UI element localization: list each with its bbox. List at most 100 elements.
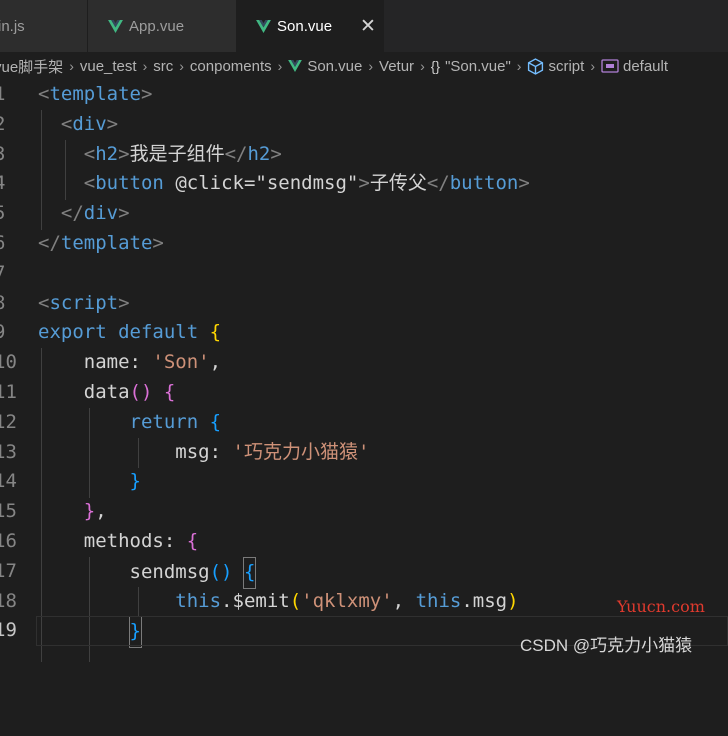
code-token: div bbox=[83, 202, 119, 225]
code-token: data bbox=[83, 381, 130, 403]
code-line: 16 methods: { bbox=[0, 527, 728, 557]
breadcrumb-label: vue_test bbox=[79, 57, 137, 75]
line-number: 8 bbox=[0, 289, 34, 319]
watermark-author: CSDN @巧克力小猫猿 bbox=[520, 636, 693, 655]
code-line: 7 bbox=[0, 259, 728, 289]
code-line: 8 <script> bbox=[0, 289, 728, 319]
code-token: @click bbox=[175, 172, 244, 195]
code-token: "sendmsg" bbox=[255, 172, 359, 195]
vue-icon bbox=[108, 19, 123, 33]
line-number: 2 bbox=[0, 110, 34, 140]
code-token: return bbox=[129, 410, 199, 433]
code-token: msg bbox=[472, 589, 508, 612]
code-line: 9 export default { bbox=[0, 318, 728, 348]
chevron-right-icon: › bbox=[368, 58, 374, 74]
line-number: 7 bbox=[0, 259, 34, 289]
code-token: h2 bbox=[247, 142, 271, 165]
code-line: 4 <button @click="sendmsg">子传父</button> bbox=[0, 169, 728, 199]
breadcrumb-symbol-default[interactable]: default bbox=[601, 58, 668, 75]
line-number: 14 bbox=[0, 470, 17, 493]
code-token: sendmsg bbox=[129, 560, 210, 583]
code-token: default bbox=[118, 321, 199, 344]
line-number: 18 bbox=[0, 589, 17, 612]
tab-main-js[interactable]: in.js bbox=[0, 0, 88, 52]
line-number: 15 bbox=[0, 500, 17, 523]
chevron-right-icon: › bbox=[590, 58, 595, 74]
code-token: 我是子组件 bbox=[129, 142, 225, 165]
vue-icon bbox=[288, 60, 303, 72]
code-token: 'Son' bbox=[152, 351, 210, 374]
line-number: 10 bbox=[0, 351, 17, 374]
code-line: 6 </template> bbox=[0, 229, 728, 259]
line-number: 1 bbox=[0, 80, 34, 110]
breadcrumb-symbol-module[interactable]: {} "Son.vue" bbox=[431, 58, 511, 75]
breadcrumb-label: Vetur bbox=[379, 57, 415, 75]
line-number: 9 bbox=[0, 318, 34, 348]
chevron-right-icon: › bbox=[420, 58, 425, 74]
tab-label: in.js bbox=[0, 17, 25, 35]
breadcrumb-project[interactable]: vue脚手架 bbox=[0, 56, 63, 77]
code-token: $emit bbox=[232, 589, 290, 612]
line-number: 13 bbox=[0, 440, 17, 463]
breadcrumb-label: src bbox=[153, 57, 174, 75]
code-line: 15 }, bbox=[0, 497, 728, 527]
breadcrumb-label: default bbox=[622, 57, 669, 75]
code-line: 14 } bbox=[0, 467, 728, 497]
line-number: 6 bbox=[0, 229, 34, 259]
breadcrumb-label: "Son.vue" bbox=[445, 57, 511, 75]
breadcrumb-file[interactable]: Son.vue bbox=[288, 58, 362, 75]
code-token: template bbox=[60, 232, 153, 254]
breadcrumb-symbol-script[interactable]: script bbox=[527, 58, 584, 75]
line-number: 16 bbox=[0, 530, 17, 552]
code-token: template bbox=[49, 83, 141, 105]
line-number: 11 bbox=[0, 381, 17, 403]
tab-app-vue[interactable]: App.vue bbox=[88, 0, 237, 52]
code-token: script bbox=[49, 291, 119, 314]
breadcrumb-folder[interactable]: src bbox=[153, 58, 173, 75]
code-token: name bbox=[83, 351, 130, 374]
breadcrumb-folder[interactable]: vue_test bbox=[80, 58, 137, 75]
line-number: 4 bbox=[0, 169, 34, 199]
code-token: this bbox=[415, 589, 462, 612]
bracket-match: { bbox=[242, 556, 257, 589]
close-icon[interactable]: ✕ bbox=[360, 15, 376, 38]
chevron-right-icon: › bbox=[277, 58, 283, 74]
code-line: 5 </div> bbox=[0, 199, 728, 229]
breadcrumb: vue脚手架 › vue_test › src › conpoments › S… bbox=[0, 52, 728, 80]
chevron-right-icon: › bbox=[142, 58, 148, 74]
breadcrumb-label: Son.vue bbox=[307, 57, 363, 75]
code-line: 3 <h2>我是子组件</h2> bbox=[0, 140, 728, 170]
code-token: button bbox=[95, 172, 164, 195]
breadcrumb-label: conpoments bbox=[189, 57, 272, 75]
variable-icon bbox=[601, 59, 619, 73]
line-number: 17 bbox=[0, 559, 17, 582]
tab-label: Son.vue bbox=[277, 17, 333, 35]
line-number: 3 bbox=[0, 140, 34, 170]
code-token: methods bbox=[83, 530, 164, 552]
code-line: 2 <div> bbox=[0, 110, 728, 140]
line-number: 19 bbox=[0, 619, 17, 642]
line-number: 12 bbox=[0, 410, 17, 433]
cube-icon bbox=[528, 57, 544, 75]
chevron-right-icon: › bbox=[179, 58, 184, 74]
breadcrumb-label: script bbox=[548, 57, 585, 75]
line-number: 5 bbox=[0, 199, 34, 229]
chevron-right-icon: › bbox=[516, 58, 522, 74]
code-line: 11 data() { bbox=[0, 378, 728, 408]
breadcrumb-folder[interactable]: conpoments bbox=[190, 58, 272, 75]
watermark-site: Yuucn.com bbox=[617, 597, 705, 616]
code-line: 13 msg: '巧克力小猫猿' bbox=[0, 438, 728, 468]
breadcrumb-service[interactable]: Vetur bbox=[379, 58, 414, 75]
tab-bar: in.js App.vue Son.vue ✕ bbox=[0, 0, 728, 52]
code-editor[interactable]: 1 <template> 2 <div> 3 <h2>我是子组件</h2> 4 … bbox=[0, 80, 728, 662]
code-token: export bbox=[38, 321, 107, 344]
tab-son-vue[interactable]: Son.vue ✕ bbox=[237, 0, 384, 52]
code-token: 'qklxmy' bbox=[301, 589, 393, 612]
code-line: 1 <template> bbox=[0, 80, 728, 110]
chevron-right-icon: › bbox=[69, 58, 74, 74]
braces-icon: {} bbox=[430, 58, 441, 74]
code-token: h2 bbox=[95, 142, 119, 165]
breadcrumb-label: vue脚手架 bbox=[0, 58, 64, 76]
code-token: 子传父 bbox=[369, 172, 427, 195]
code-token: button bbox=[449, 172, 519, 195]
